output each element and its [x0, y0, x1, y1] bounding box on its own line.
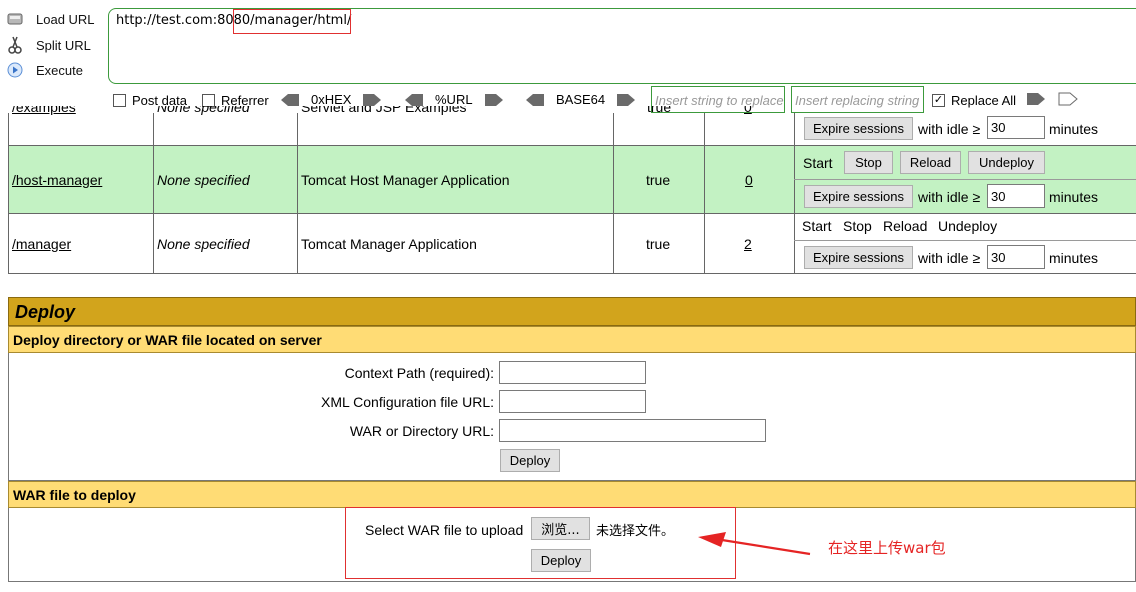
war-directory-label: WAR or Directory URL:: [349, 423, 494, 439]
app-path-examples[interactable]: /examples: [12, 106, 76, 120]
app-sessions-manager[interactable]: 2: [744, 234, 752, 254]
undeploy-label-manager: Undeploy: [938, 218, 998, 234]
hex-label: 0xHEX: [311, 92, 352, 107]
annotation-arrow-icon: [698, 532, 811, 556]
url-path-highlight: [233, 9, 351, 34]
load-url-button[interactable]: Load URL: [6, 8, 95, 30]
stop-button-host-manager[interactable]: Stop: [844, 151, 893, 174]
grid-line: [153, 113, 154, 274]
app-version-host-manager: None specified: [157, 172, 250, 188]
post-data-box: [113, 94, 126, 107]
stop-label-manager: Stop: [843, 218, 872, 234]
load-url-icon: [6, 10, 24, 28]
split-url-button[interactable]: Split URL: [6, 34, 91, 56]
insert-replacing-input[interactable]: Insert replacing string: [791, 86, 924, 113]
idle-label-manager: with idle ≥: [918, 249, 981, 266]
hex-encoder: 0xHEX: [279, 92, 383, 107]
url-label: %URL: [435, 92, 473, 107]
replace-all-box: ✓: [932, 94, 945, 107]
grid-line: [794, 113, 795, 274]
war-directory-input[interactable]: [499, 419, 766, 442]
replace-left-arrow-icon[interactable]: [1025, 92, 1047, 106]
xml-config-label: XML Configuration file URL:: [320, 394, 494, 410]
load-url-label: Load URL: [36, 11, 95, 27]
war-upload-highlight: [345, 507, 736, 579]
start-label-manager: Start: [802, 218, 832, 234]
replace-arrows: [1025, 92, 1079, 106]
reload-label-manager: Reload: [883, 218, 928, 234]
app-version-examples: None specified: [157, 106, 250, 115]
idle-input-host-manager[interactable]: 30: [987, 184, 1045, 208]
app-version-manager: None specified: [157, 236, 250, 252]
app-name-examples: Servlet and JSP Examples: [301, 106, 467, 115]
grid-line: [794, 179, 1136, 180]
app-name-manager: Tomcat Manager Application: [301, 236, 477, 252]
app-path-manager[interactable]: /manager: [12, 234, 71, 254]
grid-line: [794, 240, 1136, 241]
xml-config-input[interactable]: [499, 390, 646, 413]
split-url-icon: [6, 36, 24, 54]
idle-label-host-manager: with idle ≥: [918, 188, 981, 205]
base64-label: BASE64: [556, 92, 606, 107]
app-running-examples: true: [647, 106, 672, 115]
grid-line: [8, 273, 1136, 274]
reload-button-host-manager[interactable]: Reload: [900, 151, 961, 174]
hex-encode-arrow-icon[interactable]: [361, 93, 383, 107]
war-file-header: WAR file to deploy: [8, 481, 1136, 508]
app-running-manager: true: [646, 236, 671, 252]
minutes-label-manager: minutes: [1049, 249, 1099, 266]
app-path-host-manager[interactable]: /host-manager: [12, 170, 102, 190]
url-decode-arrow-icon[interactable]: [403, 93, 425, 107]
url-encoder: %URL: [403, 92, 505, 107]
replace-all-checkbox[interactable]: ✓ Replace All: [932, 93, 1016, 108]
expire-sessions-button-examples[interactable]: Expire sessions: [804, 117, 913, 140]
grid-line: [613, 113, 614, 274]
app-running-host-manager: true: [646, 172, 671, 188]
grid-line: [8, 145, 1136, 146]
minutes-label-host-manager: minutes: [1049, 188, 1099, 205]
minutes-label-examples: minutes: [1049, 120, 1099, 137]
url-encode-arrow-icon[interactable]: [483, 93, 505, 107]
grid-line: [8, 113, 9, 274]
app-sessions-host-manager[interactable]: 0: [745, 170, 753, 190]
hex-decode-arrow-icon[interactable]: [279, 93, 301, 107]
annotation-text: 在这里上传war包: [828, 539, 946, 557]
context-path-label: Context Path (required):: [344, 365, 494, 381]
idle-label-examples: with idle ≥: [918, 120, 981, 137]
grid-line: [8, 213, 1136, 214]
execute-label: Execute: [36, 62, 83, 78]
execute-button[interactable]: Execute: [6, 59, 83, 81]
base64-encoder: BASE64: [524, 92, 637, 107]
idle-input-manager[interactable]: 30: [987, 245, 1045, 269]
app-name-host-manager: Tomcat Host Manager Application: [301, 172, 510, 188]
execute-icon: [6, 61, 24, 79]
base64-decode-arrow-icon[interactable]: [524, 93, 546, 107]
grid-line: [704, 113, 705, 274]
expire-sessions-button-manager[interactable]: Expire sessions: [804, 246, 913, 269]
replace-right-arrow-icon[interactable]: [1057, 92, 1079, 106]
undeploy-button-host-manager[interactable]: Undeploy: [968, 151, 1045, 174]
grid-line: [297, 113, 298, 274]
deploy-server-header: Deploy directory or WAR file located on …: [8, 326, 1136, 353]
base64-encode-arrow-icon[interactable]: [615, 93, 637, 107]
replace-all-label: Replace All: [951, 93, 1017, 108]
deploy-section-title: Deploy: [8, 297, 1136, 326]
context-path-input[interactable]: [499, 361, 646, 384]
split-url-label: Split URL: [36, 37, 91, 53]
start-label-host-manager: Start: [803, 154, 833, 171]
deploy-server-button[interactable]: Deploy: [500, 449, 560, 472]
idle-input-examples[interactable]: 30: [987, 116, 1045, 139]
hackbar-toolbar: Load URL Split URL Execute http://test.c…: [0, 0, 1136, 113]
expire-sessions-button-host-manager[interactable]: Expire sessions: [804, 185, 913, 208]
app-sessions-examples[interactable]: 0: [744, 106, 752, 120]
